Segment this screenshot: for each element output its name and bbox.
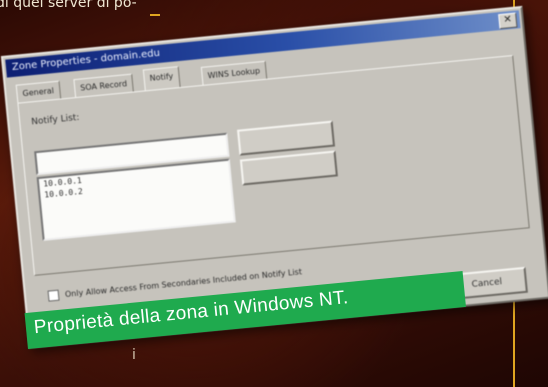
article-fragment: i	[132, 347, 136, 363]
tab-notify[interactable]: Notify	[142, 66, 181, 91]
article-top-line: di quei server di po-	[0, 0, 137, 11]
tab-strip: General SOA Record Notify WINS Lookup	[15, 60, 267, 103]
secondaries-checkbox[interactable]	[47, 289, 60, 302]
dialog-title: Zone Properties - domain.edu	[11, 47, 161, 74]
gold-rule-horizontal	[150, 14, 160, 16]
close-icon[interactable]: ✕	[498, 12, 518, 30]
